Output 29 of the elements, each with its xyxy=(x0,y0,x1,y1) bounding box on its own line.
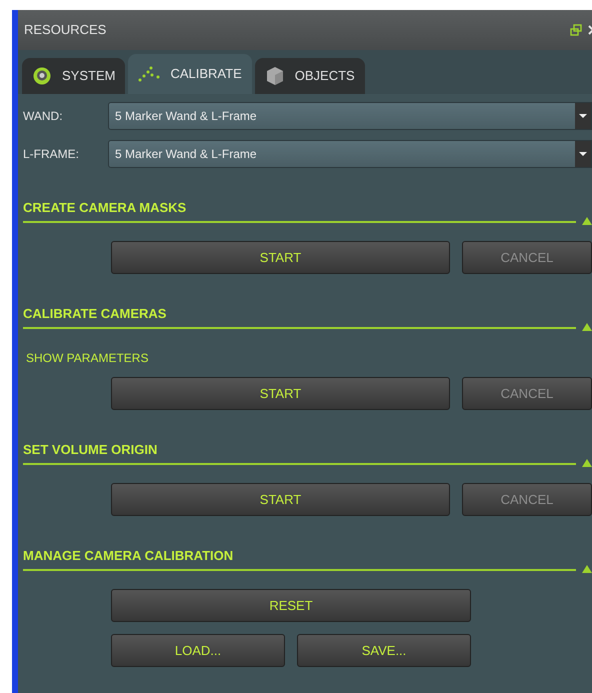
collapse-icon[interactable] xyxy=(582,459,592,467)
field-label: L-FRAME: xyxy=(22,146,80,163)
button[interactable]: START xyxy=(111,241,450,274)
button[interactable]: RESET xyxy=(111,589,471,622)
collapse-icon[interactable] xyxy=(582,323,592,331)
button[interactable]: START xyxy=(111,377,450,410)
tab[interactable]: SYSTEM xyxy=(22,58,126,94)
dots-icon xyxy=(138,66,160,82)
dropdown[interactable]: 5 Marker Wand & L-Frame xyxy=(108,140,592,168)
section-header[interactable]: SET VOLUME ORIGIN xyxy=(23,438,576,465)
panel-title: RESOURCES xyxy=(24,21,106,40)
field-label: WAND: xyxy=(22,108,64,125)
show-parameters-link[interactable]: SHOW PARAMETERS xyxy=(26,349,148,367)
caret-icon xyxy=(575,141,591,167)
collapse-icon[interactable] xyxy=(582,217,592,225)
tab[interactable]: CALIBRATE xyxy=(128,54,252,94)
button[interactable]: START xyxy=(111,483,450,516)
button[interactable]: SAVE... xyxy=(297,634,471,667)
camera-icon xyxy=(32,66,52,86)
button[interactable]: LOAD... xyxy=(111,634,285,667)
section-header[interactable]: CREATE CAMERA MASKS xyxy=(23,196,576,223)
collapse-icon[interactable] xyxy=(582,565,592,573)
section-header[interactable]: CALIBRATE CAMERAS xyxy=(23,302,576,329)
cube-icon xyxy=(264,66,285,86)
restore-icon[interactable] xyxy=(570,24,582,36)
tab[interactable]: OBJECTS xyxy=(254,58,365,94)
caret-icon xyxy=(575,103,591,129)
section-header[interactable]: MANAGE CAMERA CALIBRATION xyxy=(23,544,576,571)
dropdown[interactable]: 5 Marker Wand & L-Frame xyxy=(108,102,592,130)
